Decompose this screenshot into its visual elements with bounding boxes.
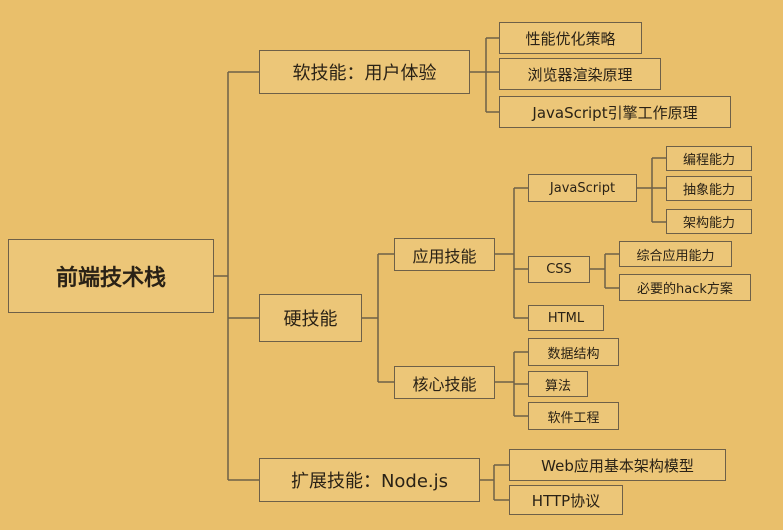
javascript-node: JavaScript [528, 174, 637, 202]
browser-render-node: 浏览器渲染原理 [499, 58, 661, 90]
soft-skills-node: 软技能：用户体验 [259, 50, 470, 94]
http-node: HTTP协议 [509, 485, 623, 515]
software-engineering-node: 软件工程 [528, 402, 619, 430]
abstraction-node: 抽象能力 [666, 176, 752, 201]
html-node: HTML [528, 305, 604, 331]
web-architecture-node: Web应用基本架构模型 [509, 449, 726, 481]
hard-skills-node: 硬技能 [259, 294, 362, 342]
css-integrated-node: 综合应用能力 [619, 241, 732, 267]
algorithm-node: 算法 [528, 371, 588, 397]
core-skills-node: 核心技能 [394, 366, 495, 399]
mind-map: 前端技术栈 软技能：用户体验 性能优化策略 浏览器渲染原理 JavaScript… [0, 0, 783, 530]
extension-skills-node: 扩展技能：Node.js [259, 458, 480, 502]
architecture-node: 架构能力 [666, 209, 752, 234]
css-hack-node: 必要的hack方案 [619, 274, 751, 301]
app-skills-node: 应用技能 [394, 238, 495, 271]
performance-node: 性能优化策略 [499, 22, 642, 54]
data-structure-node: 数据结构 [528, 338, 619, 366]
css-node: CSS [528, 256, 590, 283]
js-engine-node: JavaScript引擎工作原理 [499, 96, 731, 128]
root-node: 前端技术栈 [8, 239, 214, 313]
programming-node: 编程能力 [666, 146, 752, 171]
